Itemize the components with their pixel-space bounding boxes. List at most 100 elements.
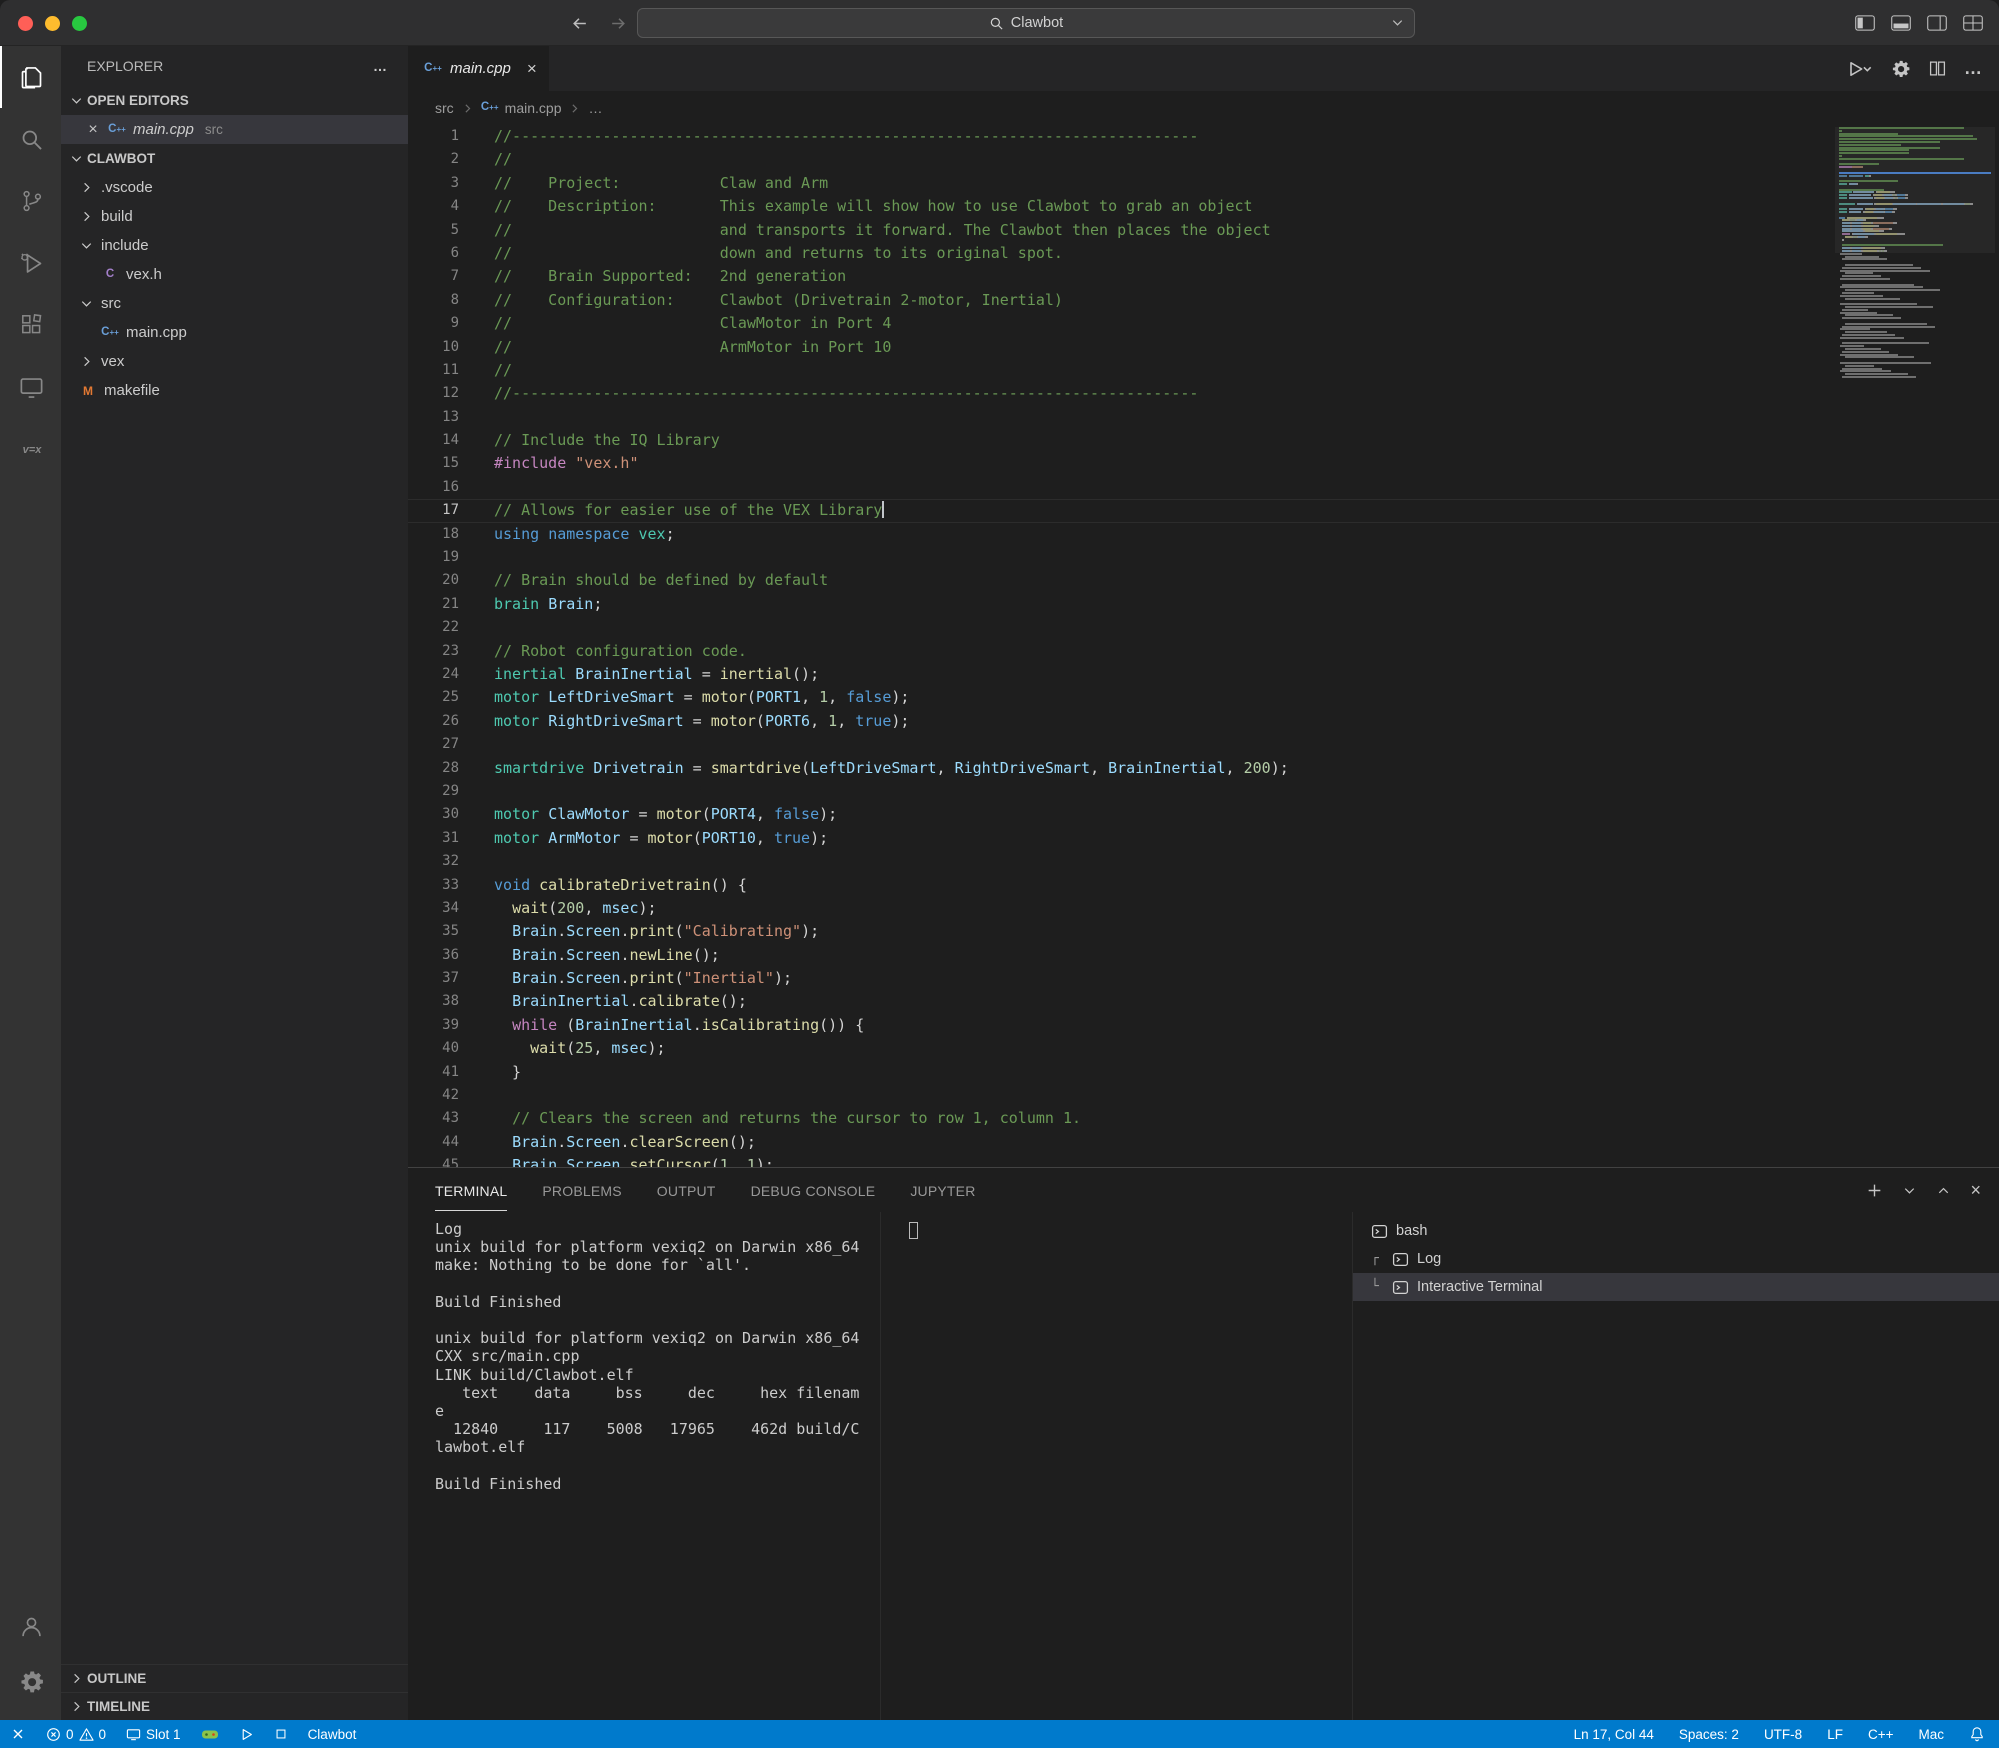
toggle-secondary-sidebar-icon[interactable] [1927,15,1947,31]
code-line[interactable]: 13 [408,406,1999,429]
toggle-panel-icon[interactable] [1891,15,1911,31]
forward-arrow-icon[interactable] [609,14,628,33]
customize-layout-icon[interactable] [1963,15,1983,31]
open-editors-header[interactable]: OPEN EDITORS [61,86,408,115]
minimap-slider[interactable] [1835,127,1995,253]
code-line[interactable]: 6 // down and returns to its original spo… [408,242,1999,265]
code-line[interactable]: 30 motor ClawMotor = motor(PORT4, false); [408,803,1999,826]
code-line[interactable]: 31 motor ArmMotor = motor(PORT10, true); [408,827,1999,850]
terminal-dropdown-icon[interactable] [1902,1183,1917,1198]
code-line[interactable]: 18 using namespace vex; [408,523,1999,546]
activity-item-extensions[interactable] [0,294,61,356]
tree-item-main-cpp[interactable]: C ++ main.cpp [61,318,408,347]
tree-item-build[interactable]: build [61,202,408,231]
code-line[interactable]: 41 } [408,1061,1999,1084]
remote-indicator[interactable] [10,1726,26,1742]
panel-tab-problems[interactable]: PROBLEMS [542,1170,621,1211]
code-line[interactable]: 23 // Robot configuration code. [408,640,1999,663]
activity-item-explorer[interactable] [0,46,61,108]
close-window-button[interactable] [18,15,33,31]
activity-item-settings[interactable] [0,1654,61,1710]
close-panel-icon[interactable]: × [1970,1181,1981,1199]
code-line[interactable]: 9 // ClawMotor in Port 4 [408,312,1999,335]
minimize-window-button[interactable] [45,15,60,31]
back-arrow-icon[interactable] [570,14,589,33]
timeline-header[interactable]: TIMELINE [61,1692,408,1720]
code-line[interactable]: 11 // [408,359,1999,382]
more-actions-icon[interactable]: … [373,58,388,74]
code-line[interactable]: 4 // Description: This example will show … [408,195,1999,218]
stop-program[interactable] [274,1727,288,1741]
outline-header[interactable]: OUTLINE [61,1664,408,1692]
code-line[interactable]: 5 // and transports it forward. The Clawb… [408,219,1999,242]
tree-item-src[interactable]: src [61,289,408,318]
code-line[interactable]: 32 [408,850,1999,873]
breadcrumb-item[interactable]: … [588,100,602,116]
tree-item-vex[interactable]: vex [61,347,408,376]
code-line[interactable]: 40 wait(25, msec); [408,1037,1999,1060]
code-line[interactable]: 42 [408,1084,1999,1107]
code-line[interactable]: 8 // Configuration: Clawbot (Drivetrain 2… [408,289,1999,312]
code-line[interactable]: 14 // Include the IQ Library [408,429,1999,452]
code-line[interactable]: 1 //-------------------------------------… [408,125,1999,148]
notifications[interactable] [1969,1726,1985,1742]
code-line[interactable]: 26 motor RightDriveSmart = motor(PORT6, 1… [408,710,1999,733]
code-line[interactable]: 39 while (BrainInertial.isCalibrating())… [408,1014,1999,1037]
code-editor[interactable]: 1 //-------------------------------------… [408,125,1999,1167]
activity-item-run-and-debug[interactable] [0,232,61,294]
activity-item-vex[interactable]: v=x [0,418,61,480]
terminal-list-item-bash[interactable]: bash [1353,1217,1999,1245]
language-mode[interactable]: C++ [1868,1727,1894,1742]
code-line[interactable]: 24 inertial BrainInertial = inertial(); [408,663,1999,686]
workspace-header[interactable]: CLAWBOT [61,144,408,173]
run-program[interactable] [239,1727,254,1742]
code-line[interactable]: 33 void calibrateDrivetrain() { [408,874,1999,897]
activity-item-remote-explorer[interactable] [0,356,61,418]
code-line[interactable]: 25 motor LeftDriveSmart = motor(PORT1, 1,… [408,686,1999,709]
new-terminal-icon[interactable] [1866,1182,1883,1199]
command-center-search[interactable]: Clawbot [637,8,1415,38]
zoom-window-button[interactable] [72,15,87,31]
split-editor-icon[interactable] [1929,60,1946,77]
close-editor-icon[interactable]: × [85,121,101,138]
code-line[interactable]: 22 [408,616,1999,639]
code-line[interactable]: 38 BrainInertial.calibrate(); [408,990,1999,1013]
panel-tab-terminal[interactable]: TERMINAL [435,1170,508,1211]
breadcrumb-item[interactable]: C ++ main.cpp [481,100,562,117]
maximize-panel-icon[interactable] [1936,1183,1951,1198]
project-name[interactable]: Clawbot [308,1727,357,1742]
problems[interactable]: 00 [46,1727,106,1742]
activity-item-account[interactable] [0,1598,61,1654]
encoding[interactable]: UTF-8 [1764,1727,1802,1742]
code-line[interactable]: 29 [408,780,1999,803]
code-line[interactable]: 27 [408,733,1999,756]
code-line[interactable]: 34 wait(200, msec); [408,897,1999,920]
code-line[interactable]: 28 smartdrive Drivetrain = smartdrive(Lef… [408,757,1999,780]
code-line[interactable]: 21 brain Brain; [408,593,1999,616]
panel-tab-jupyter[interactable]: JUPYTER [910,1170,975,1211]
terminal-output-pane[interactable]: Log unix build for platform vexiq2 on Dar… [408,1212,880,1720]
code-line[interactable]: 45 Brain.Screen.setCursor(1, 1); [408,1154,1999,1167]
code-line[interactable]: 15 #include "vex.h" [408,452,1999,475]
activity-item-search[interactable] [0,108,61,170]
open-editor-item[interactable]: × C ++ main.cpp src [61,115,408,144]
tree-item-include[interactable]: include [61,231,408,260]
code-line[interactable]: 3 // Project: Claw and Arm [408,172,1999,195]
code-line[interactable]: 12 //------------------------------------… [408,382,1999,405]
indentation[interactable]: Spaces: 2 [1679,1727,1739,1742]
tab-main-cpp[interactable]: C ++ main.cpp × [408,46,550,91]
breadcrumb-item[interactable]: src [435,100,454,116]
code-line[interactable]: 35 Brain.Screen.print("Calibrating"); [408,920,1999,943]
code-line[interactable]: 44 Brain.Screen.clearScreen(); [408,1131,1999,1154]
platform[interactable]: Mac [1918,1727,1944,1742]
code-line[interactable]: 7 // Brain Supported: 2nd generation [408,265,1999,288]
code-line[interactable]: 19 [408,546,1999,569]
tree-item--vscode[interactable]: .vscode [61,173,408,202]
eol-sequence[interactable]: LF [1827,1727,1843,1742]
terminal-list-item-interactive-terminal[interactable]: └ Interactive Terminal [1353,1273,1999,1301]
cursor-position[interactable]: Ln 17, Col 44 [1574,1727,1654,1742]
code-line[interactable]: 20 // Brain should be defined by default [408,569,1999,592]
device-status[interactable] [201,1728,219,1741]
more-actions-icon[interactable]: … [1964,58,1983,79]
terminal-list-item-log[interactable]: ┌ Log [1353,1245,1999,1273]
